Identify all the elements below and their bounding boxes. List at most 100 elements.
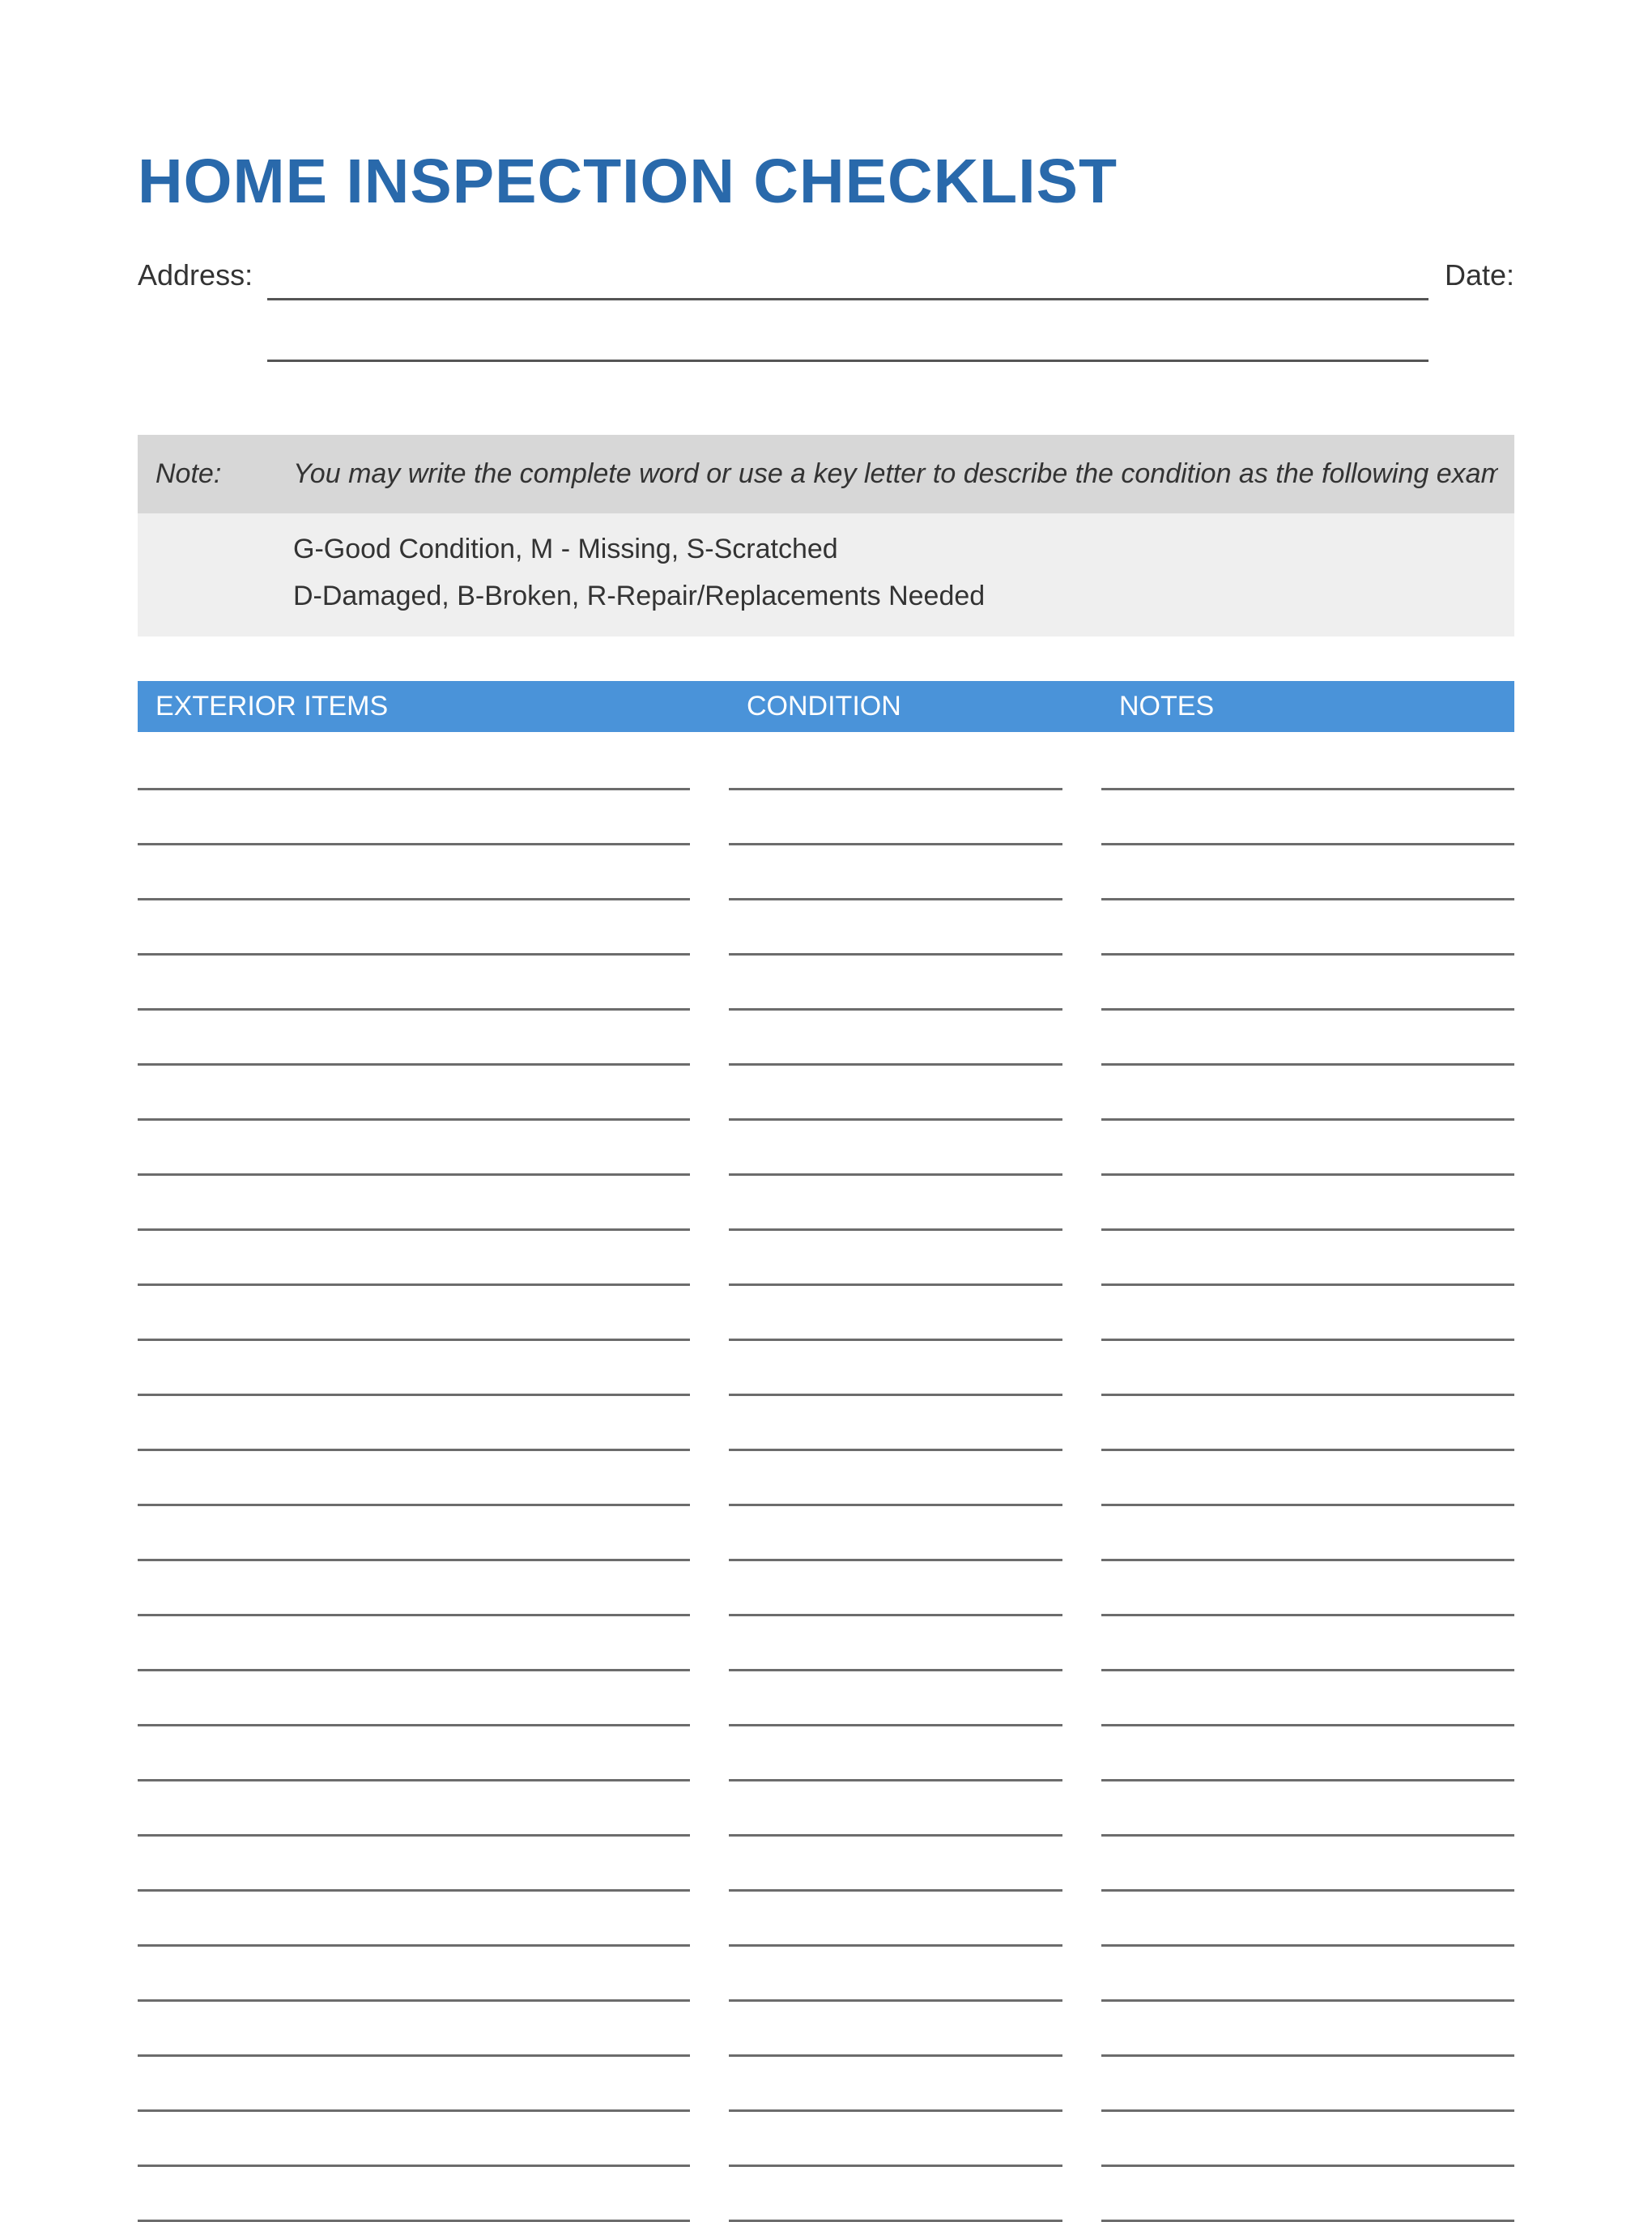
cell-items-input[interactable]	[138, 1322, 690, 1341]
note-text: You may write the complete word or use a…	[293, 454, 1498, 494]
table-row	[138, 1156, 1514, 1176]
cell-items-input[interactable]	[138, 1817, 690, 1837]
header-notes: NOTES	[1119, 691, 1497, 722]
cell-notes-input[interactable]	[1101, 1432, 1514, 1451]
table-row	[138, 1817, 1514, 1837]
cell-condition-input[interactable]	[729, 2092, 1062, 2112]
cell-items-input[interactable]	[138, 1597, 690, 1616]
cell-condition-input[interactable]	[729, 1101, 1062, 1121]
cell-condition-input[interactable]	[729, 936, 1062, 956]
cell-items-input[interactable]	[138, 936, 690, 956]
cell-items-input[interactable]	[138, 1762, 690, 1781]
cell-items-input[interactable]	[138, 826, 690, 845]
table-row	[138, 2092, 1514, 2112]
cell-notes-input[interactable]	[1101, 1817, 1514, 1837]
cell-condition-input[interactable]	[729, 1156, 1062, 1176]
cell-condition-input[interactable]	[729, 1872, 1062, 1892]
table-body	[138, 771, 1514, 2222]
cell-condition-input[interactable]	[729, 1211, 1062, 1231]
cell-items-input[interactable]	[138, 2203, 690, 2222]
cell-notes-input[interactable]	[1101, 1872, 1514, 1892]
cell-notes-input[interactable]	[1101, 771, 1514, 790]
cell-condition-input[interactable]	[729, 1707, 1062, 1726]
cell-condition-input[interactable]	[729, 1542, 1062, 1561]
cell-condition-input[interactable]	[729, 1487, 1062, 1506]
cell-items-input[interactable]	[138, 1101, 690, 1121]
cell-condition-input[interactable]	[729, 1927, 1062, 1947]
cell-items-input[interactable]	[138, 1211, 690, 1231]
cell-notes-input[interactable]	[1101, 936, 1514, 956]
cell-items-input[interactable]	[138, 1377, 690, 1396]
cell-notes-input[interactable]	[1101, 1652, 1514, 1671]
cell-notes-input[interactable]	[1101, 1266, 1514, 1286]
table-row	[138, 1872, 1514, 1892]
cell-items-input[interactable]	[138, 881, 690, 900]
cell-notes-input[interactable]	[1101, 1762, 1514, 1781]
cell-notes-input[interactable]	[1101, 1156, 1514, 1176]
cell-items-input[interactable]	[138, 2148, 690, 2167]
cell-notes-input[interactable]	[1101, 1707, 1514, 1726]
cell-items-input[interactable]	[138, 1046, 690, 1066]
cell-notes-input[interactable]	[1101, 2092, 1514, 2112]
cell-condition-input[interactable]	[729, 1762, 1062, 1781]
cell-notes-input[interactable]	[1101, 1487, 1514, 1506]
cell-items-input[interactable]	[138, 1872, 690, 1892]
cell-condition-input[interactable]	[729, 1982, 1062, 2002]
cell-items-input[interactable]	[138, 1652, 690, 1671]
cell-items-input[interactable]	[138, 2037, 690, 2057]
cell-items-input[interactable]	[138, 1432, 690, 1451]
cell-condition-input[interactable]	[729, 826, 1062, 845]
address-input-line-2[interactable]	[267, 323, 1428, 362]
table-row	[138, 1542, 1514, 1561]
table-row	[138, 2148, 1514, 2167]
cell-condition-input[interactable]	[729, 1377, 1062, 1396]
cell-notes-input[interactable]	[1101, 1377, 1514, 1396]
cell-notes-input[interactable]	[1101, 826, 1514, 845]
cell-condition-input[interactable]	[729, 1322, 1062, 1341]
cell-condition-input[interactable]	[729, 1046, 1062, 1066]
cell-notes-input[interactable]	[1101, 1211, 1514, 1231]
cell-notes-input[interactable]	[1101, 1322, 1514, 1341]
cell-items-input[interactable]	[138, 1156, 690, 1176]
cell-notes-input[interactable]	[1101, 1542, 1514, 1561]
page-title: HOME INSPECTION CHECKLIST	[138, 146, 1514, 218]
cell-notes-input[interactable]	[1101, 2203, 1514, 2222]
cell-condition-input[interactable]	[729, 881, 1062, 900]
cell-items-input[interactable]	[138, 1487, 690, 1506]
cell-condition-input[interactable]	[729, 2148, 1062, 2167]
address-input-line-1[interactable]	[267, 262, 1428, 300]
cell-notes-input[interactable]	[1101, 1597, 1514, 1616]
cell-items-input[interactable]	[138, 1542, 690, 1561]
cell-items-input[interactable]	[138, 1982, 690, 2002]
cell-notes-input[interactable]	[1101, 1101, 1514, 1121]
cell-items-input[interactable]	[138, 1707, 690, 1726]
cell-condition-input[interactable]	[729, 2037, 1062, 2057]
cell-condition-input[interactable]	[729, 991, 1062, 1011]
cell-notes-input[interactable]	[1101, 1046, 1514, 1066]
cell-notes-input[interactable]	[1101, 1927, 1514, 1947]
address-section: Address: Date:	[138, 257, 1514, 362]
address-block: Address:	[138, 257, 1428, 362]
table-row	[138, 936, 1514, 956]
cell-condition-input[interactable]	[729, 1432, 1062, 1451]
header-items: EXTERIOR ITEMS	[155, 691, 747, 722]
cell-notes-input[interactable]	[1101, 1982, 1514, 2002]
cell-notes-input[interactable]	[1101, 2148, 1514, 2167]
note-key-line-1: G-Good Condition, M - Missing, S-Scratch…	[293, 526, 1498, 573]
cell-notes-input[interactable]	[1101, 2037, 1514, 2057]
cell-condition-input[interactable]	[729, 2203, 1062, 2222]
note-key-line-2: D-Damaged, B-Broken, R-Repair/Replacemen…	[293, 573, 1498, 620]
document-page: HOME INSPECTION CHECKLIST Address: Date:…	[0, 0, 1652, 2138]
cell-items-input[interactable]	[138, 991, 690, 1011]
cell-items-input[interactable]	[138, 1927, 690, 1947]
cell-notes-input[interactable]	[1101, 881, 1514, 900]
cell-condition-input[interactable]	[729, 1597, 1062, 1616]
cell-items-input[interactable]	[138, 1266, 690, 1286]
cell-condition-input[interactable]	[729, 1817, 1062, 1837]
cell-condition-input[interactable]	[729, 771, 1062, 790]
cell-notes-input[interactable]	[1101, 991, 1514, 1011]
cell-condition-input[interactable]	[729, 1266, 1062, 1286]
cell-condition-input[interactable]	[729, 1652, 1062, 1671]
cell-items-input[interactable]	[138, 2092, 690, 2112]
cell-items-input[interactable]	[138, 771, 690, 790]
